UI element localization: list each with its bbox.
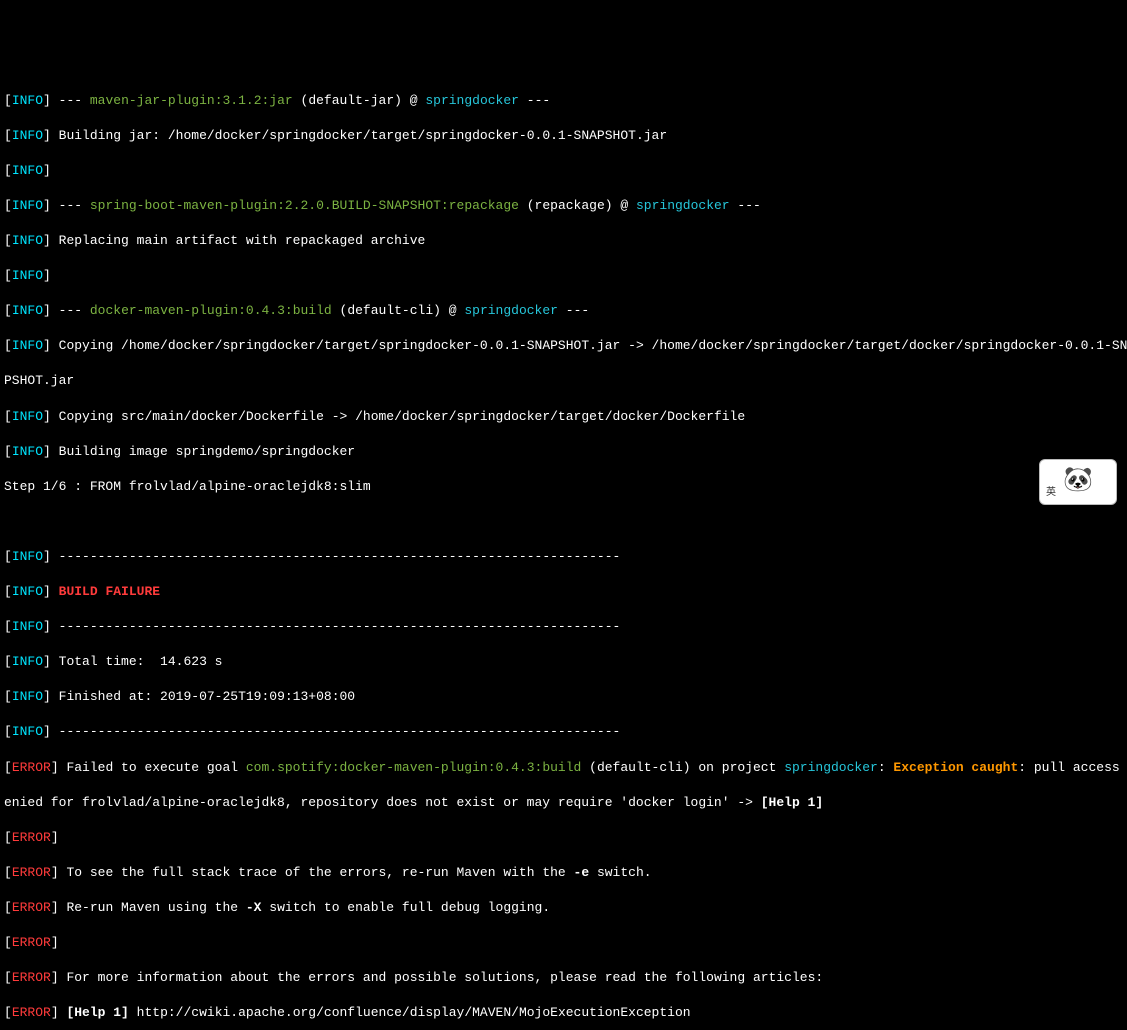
- panda-icon: 🐼: [1063, 466, 1093, 498]
- app-logo-badge: 🐼 英: [1039, 459, 1117, 505]
- terminal-output: [INFO] --- maven-jar-plugin:3.1.2:jar (d…: [4, 74, 1123, 1030]
- badge-text: 英: [1046, 487, 1056, 501]
